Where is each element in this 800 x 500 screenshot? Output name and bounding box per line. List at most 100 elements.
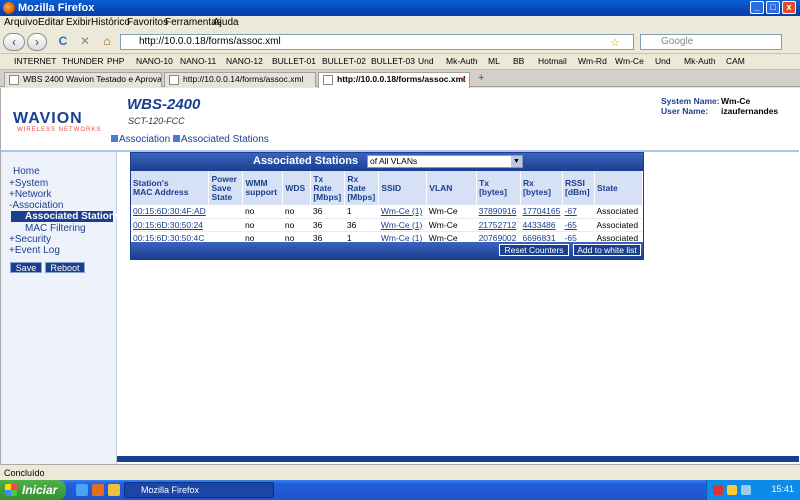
- sidebar-item-security[interactable]: +Security: [9, 234, 51, 245]
- sidebar-item-mac-filtering[interactable]: MAC Filtering: [25, 223, 86, 234]
- bookmark-item[interactable]: BULLET-02: [322, 56, 366, 66]
- column-header-line: WDS: [285, 182, 306, 193]
- bookmark-item[interactable]: Wm-Ce: [615, 56, 644, 66]
- footer-bar: [117, 456, 799, 462]
- menu-bar: Arquivo Editar Exibir Histórico Favorito…: [0, 16, 800, 30]
- menu-favoritos[interactable]: Favoritos: [127, 17, 168, 28]
- url-input[interactable]: http://10.0.0.18/forms/assoc.xml: [120, 34, 634, 50]
- table-cell[interactable]: Wm-Ce (1): [378, 205, 427, 219]
- table-cell[interactable]: 4433486: [520, 218, 563, 232]
- table-cell[interactable]: 17704165: [520, 205, 563, 219]
- menu-historico[interactable]: Histórico: [91, 17, 130, 28]
- forward-button[interactable]: ›: [27, 33, 47, 51]
- window-titlebar: Mozilla Firefox _ □ x: [0, 0, 800, 16]
- firefox-quicklaunch-icon[interactable]: [92, 484, 104, 496]
- user-name-label: User Name:: [661, 106, 709, 116]
- table-cell[interactable]: -65: [562, 218, 595, 232]
- bookmark-item[interactable]: THUNDER: [62, 56, 104, 66]
- bookmark-item[interactable]: PHP: [107, 56, 124, 66]
- reload-icon[interactable]: C: [54, 33, 72, 51]
- new-tab-icon[interactable]: +: [478, 72, 484, 84]
- sidebar-item-event-log[interactable]: +Event Log: [9, 245, 60, 256]
- system-name-label: System Name:: [661, 96, 720, 106]
- status-bar: Concluído: [0, 464, 800, 480]
- bookmark-item[interactable]: BB: [513, 56, 524, 66]
- table-cell[interactable]: 00:15:6D:30:4F:AD: [131, 205, 209, 219]
- menu-exibir[interactable]: Exibir: [66, 17, 91, 28]
- start-button[interactable]: Iniciar: [0, 480, 66, 500]
- reboot-button[interactable]: Reboot: [45, 262, 85, 273]
- bookmark-item[interactable]: BULLET-01: [272, 56, 316, 66]
- table-cell[interactable]: 00:15:6D:30:50:24: [131, 218, 209, 232]
- column-header-line: VLAN: [429, 182, 453, 193]
- sidebar-item-home[interactable]: Home: [13, 166, 40, 177]
- menu-ajuda[interactable]: Ajuda: [213, 17, 239, 28]
- tab-wbs-wavion[interactable]: WBS 2400 Wavion Testado e Aprovado: [4, 72, 162, 87]
- menu-arquivo[interactable]: Arquivo: [4, 17, 38, 28]
- bookmark-item[interactable]: CAM: [726, 56, 745, 66]
- table-cell: Wm-Ce: [426, 205, 477, 219]
- system-tray: 15:41: [706, 480, 800, 500]
- bookmark-item[interactable]: INTERNET: [14, 56, 57, 66]
- bookmark-item[interactable]: Und: [418, 56, 434, 66]
- table-cell: no: [282, 205, 311, 219]
- column-header-line: State: [596, 182, 618, 193]
- column-header: Power Save State: [208, 171, 244, 205]
- breadcrumb-associated-stations[interactable]: Associated Stations: [181, 134, 269, 145]
- bookmark-item[interactable]: Und: [655, 56, 671, 66]
- bookmark-item[interactable]: Mk-Auth: [684, 56, 716, 66]
- close-button[interactable]: x: [782, 1, 796, 14]
- breadcrumb-association[interactable]: Association: [119, 134, 170, 145]
- back-button[interactable]: ‹: [3, 33, 25, 51]
- table-cell[interactable]: 37890916: [476, 205, 521, 219]
- bookmark-item[interactable]: Wm-Rd: [578, 56, 607, 66]
- navigation-toolbar: ‹ › C ✕ ⌂ http://10.0.0.18/forms/assoc.x…: [0, 30, 800, 54]
- add-to-white-list-button[interactable]: Add to white list: [573, 244, 641, 256]
- sidebar-item-associated-stations[interactable]: Associated Stations: [11, 211, 121, 222]
- table-cell[interactable]: Wm-Ce (1): [378, 218, 427, 232]
- table-cell[interactable]: -67: [562, 205, 595, 219]
- table-body: 00:15:6D:30:4F:AD no no 36 1 Wm-Ce (1) Wm-Ce 37…: [131, 205, 643, 245]
- bookmark-item[interactable]: NANO-11: [180, 56, 216, 66]
- table-cell[interactable]: 21752712: [476, 218, 521, 232]
- speaker-icon[interactable]: [741, 485, 751, 495]
- star-icon[interactable]: ☆: [610, 36, 620, 49]
- page-icon: [9, 75, 19, 85]
- sidebar-item-system[interactable]: +System: [9, 178, 48, 189]
- bookmark-item[interactable]: ML: [488, 56, 500, 66]
- tray-icon[interactable]: [727, 485, 737, 495]
- start-label: Iniciar: [22, 483, 58, 497]
- bookmark-item[interactable]: Hotmail: [538, 56, 567, 66]
- maximize-button[interactable]: □: [766, 1, 780, 14]
- folder-icon[interactable]: [108, 484, 120, 496]
- home-icon[interactable]: ⌂: [98, 33, 116, 51]
- tab-label: http://10.0.0.18/forms/assoc.xml: [337, 74, 466, 84]
- bookmark-item[interactable]: BULLET-03: [371, 56, 415, 66]
- desktop-icon[interactable]: [76, 484, 88, 496]
- menu-editar[interactable]: Editar: [38, 17, 64, 28]
- search-input[interactable]: Google: [640, 34, 782, 50]
- stop-icon[interactable]: ✕: [76, 33, 94, 51]
- vlan-select[interactable]: of All VLANs ▼: [367, 155, 523, 168]
- tray-icon[interactable]: [713, 485, 723, 495]
- close-tab-icon[interactable]: x: [461, 73, 466, 86]
- tab-assoc-18[interactable]: http://10.0.0.18/forms/assoc.xml x: [318, 72, 470, 88]
- sidebar-item-association[interactable]: -Association: [9, 200, 63, 211]
- bookmark-item[interactable]: Mk-Auth: [446, 56, 478, 66]
- table-cell: no: [242, 218, 283, 232]
- reset-counters-button[interactable]: Reset Counters: [499, 244, 569, 256]
- associated-stations-panel: Associated Stations of All VLANs ▼ Stati…: [130, 152, 644, 260]
- taskbar-item-firefox[interactable]: Mozilla Firefox: [124, 482, 274, 498]
- column-header: WDS: [282, 171, 312, 205]
- sidebar-item-network[interactable]: +Network: [9, 189, 52, 200]
- page-icon: [323, 75, 333, 85]
- status-text: Concluído: [4, 468, 45, 478]
- save-button[interactable]: Save: [10, 262, 42, 273]
- tab-label: http://10.0.0.14/forms/assoc.xml: [183, 74, 304, 84]
- minimize-button[interactable]: _: [750, 1, 764, 14]
- table-cell: no: [282, 218, 311, 232]
- bookmark-item[interactable]: NANO-12: [226, 56, 263, 66]
- arrow-icon: [111, 135, 118, 142]
- tab-assoc-14[interactable]: http://10.0.0.14/forms/assoc.xml: [164, 72, 316, 87]
- bookmark-item[interactable]: NANO-10: [136, 56, 173, 66]
